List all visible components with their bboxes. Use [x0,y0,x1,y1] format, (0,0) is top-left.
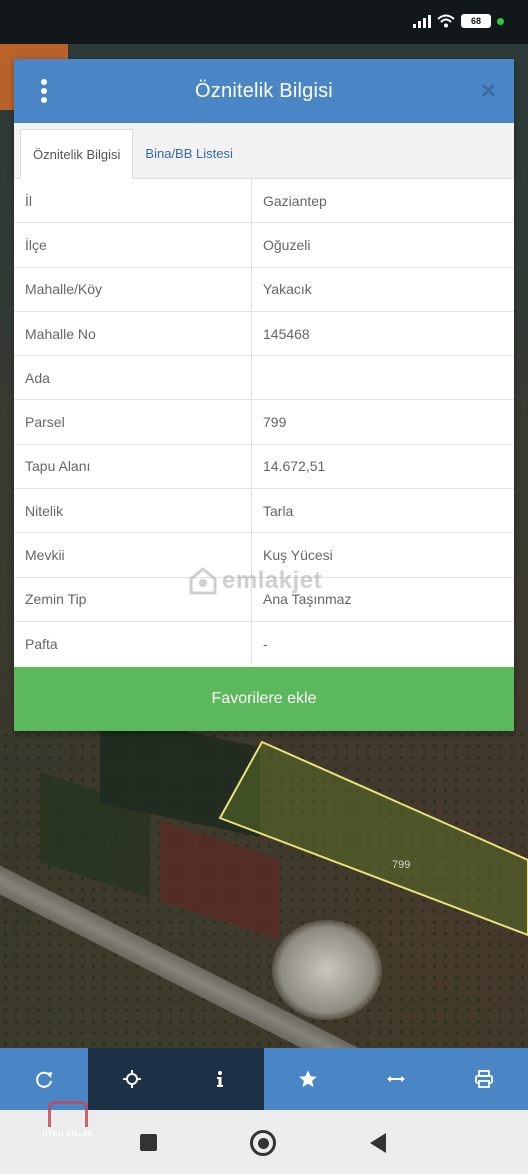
table-row: Parsel 799 [14,400,514,445]
toolbar-print-button[interactable] [440,1048,528,1110]
tab-attribute-info[interactable]: Öznitelik Bilgisi [20,129,134,179]
row-key: Nitelik [14,489,252,533]
more-vert-icon[interactable] [40,79,48,103]
row-value [252,356,514,399]
battery-icon: 68 [461,14,491,28]
wifi-icon [437,14,455,28]
table-row: Mahalle No 145468 [14,311,514,357]
brand-logo-text: UTKU EMLAK [42,1131,94,1138]
signal-icon [413,14,431,28]
add-to-favorites-button[interactable]: Favorilere ekle [14,667,514,731]
tab-building-list[interactable]: Bina/BB Listesi [133,128,244,178]
toolbar-measure-button[interactable] [352,1048,440,1110]
locate-icon [123,1070,141,1088]
row-value: Gaziantep [263,192,327,209]
table-row: İl Gaziantep [14,179,514,224]
star-icon [299,1070,317,1087]
brand-logo: UTKU EMLAK [30,1082,106,1142]
home-button[interactable] [250,1130,276,1156]
row-value: 14.672,51 [263,458,326,475]
row-value: Yakacık [263,281,312,298]
info-icon [217,1071,223,1087]
recents-button[interactable] [140,1134,157,1151]
measure-icon [387,1076,405,1082]
back-button[interactable] [370,1133,386,1153]
row-value: Oğuzeli [263,236,311,253]
attribute-dialog: Öznitelik Bilgisi × Öznitelik Bilgisi Bi… [14,59,514,731]
print-icon [475,1070,493,1088]
table-row: Mahalle/Köy Yakacık [14,267,514,312]
status-bar: 68 [0,0,528,44]
battery-level: 68 [470,16,481,26]
table-row: Nitelik Tarla [14,489,514,534]
row-key: Mahalle/Köy [14,267,252,311]
row-key: Pafta [14,621,252,667]
toolbar-favorite-button[interactable] [264,1048,352,1110]
row-key: Parsel [14,400,252,444]
row-key: İlçe [14,223,252,267]
privacy-indicator-icon [497,17,504,25]
watermark: emlakjet [188,566,322,596]
row-value: 799 [263,414,287,431]
watermark-logo-icon [189,567,217,595]
row-key: Mahalle No [14,311,252,356]
row-key: Tapu Alanı [14,444,252,489]
map-clearing [272,920,382,1020]
row-value: Tarla [263,502,294,519]
row-value: - [263,636,268,653]
close-icon[interactable]: × [481,77,496,103]
dialog-title: Öznitelik Bilgisi [195,79,333,102]
table-row: İlçe Oğuzeli [14,223,514,268]
dialog-header: Öznitelik Bilgisi × [14,59,514,123]
table-row: Tapu Alanı 14.672,51 [14,444,514,490]
watermark-text: emlakjet [222,567,323,594]
row-key: Ada [14,356,252,400]
row-key: İl [14,179,252,223]
table-row: Ada [14,356,514,401]
status-icons: 68 [413,14,504,28]
dialog-tabs: Öznitelik Bilgisi Bina/BB Listesi [14,123,514,179]
row-value: 145468 [263,325,310,342]
toolbar-info-button[interactable] [176,1048,264,1110]
table-row: Pafta - [14,621,514,667]
brand-logo-mark [48,1101,88,1127]
